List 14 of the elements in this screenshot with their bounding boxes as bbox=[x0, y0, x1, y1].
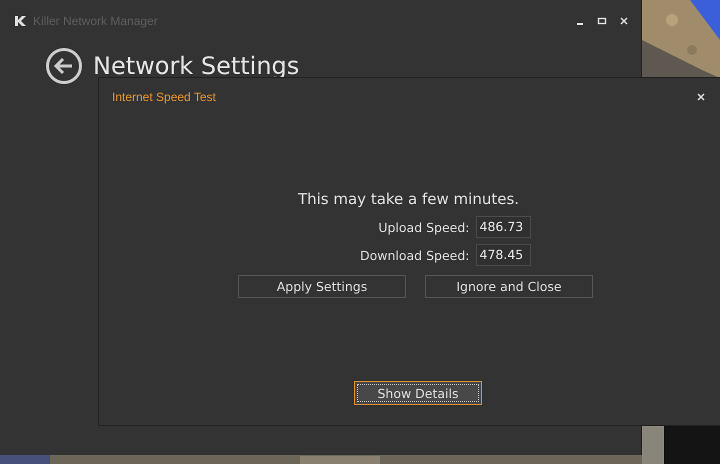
dialog-button[interactable]: Apply Settings bbox=[238, 275, 406, 298]
dialog-button[interactable]: Ignore and Close bbox=[425, 275, 593, 298]
maximize-icon[interactable] bbox=[597, 16, 607, 26]
message-text: This may take a few minutes. bbox=[296, 190, 520, 208]
close-icon[interactable] bbox=[619, 16, 629, 26]
speed-field: 486.73 bbox=[476, 216, 530, 238]
logo-icon bbox=[15, 16, 27, 26]
page-heading: Network Settings bbox=[93, 52, 300, 80]
close-icon[interactable] bbox=[696, 92, 706, 102]
field-label: Download Speed: bbox=[358, 248, 470, 262]
dialog-title: Internet Speed Test bbox=[112, 90, 216, 104]
speed-field: 478.45 bbox=[476, 244, 530, 266]
field-label: Upload Speed: bbox=[377, 220, 470, 234]
show-details-button[interactable]: Show Details bbox=[354, 381, 482, 405]
